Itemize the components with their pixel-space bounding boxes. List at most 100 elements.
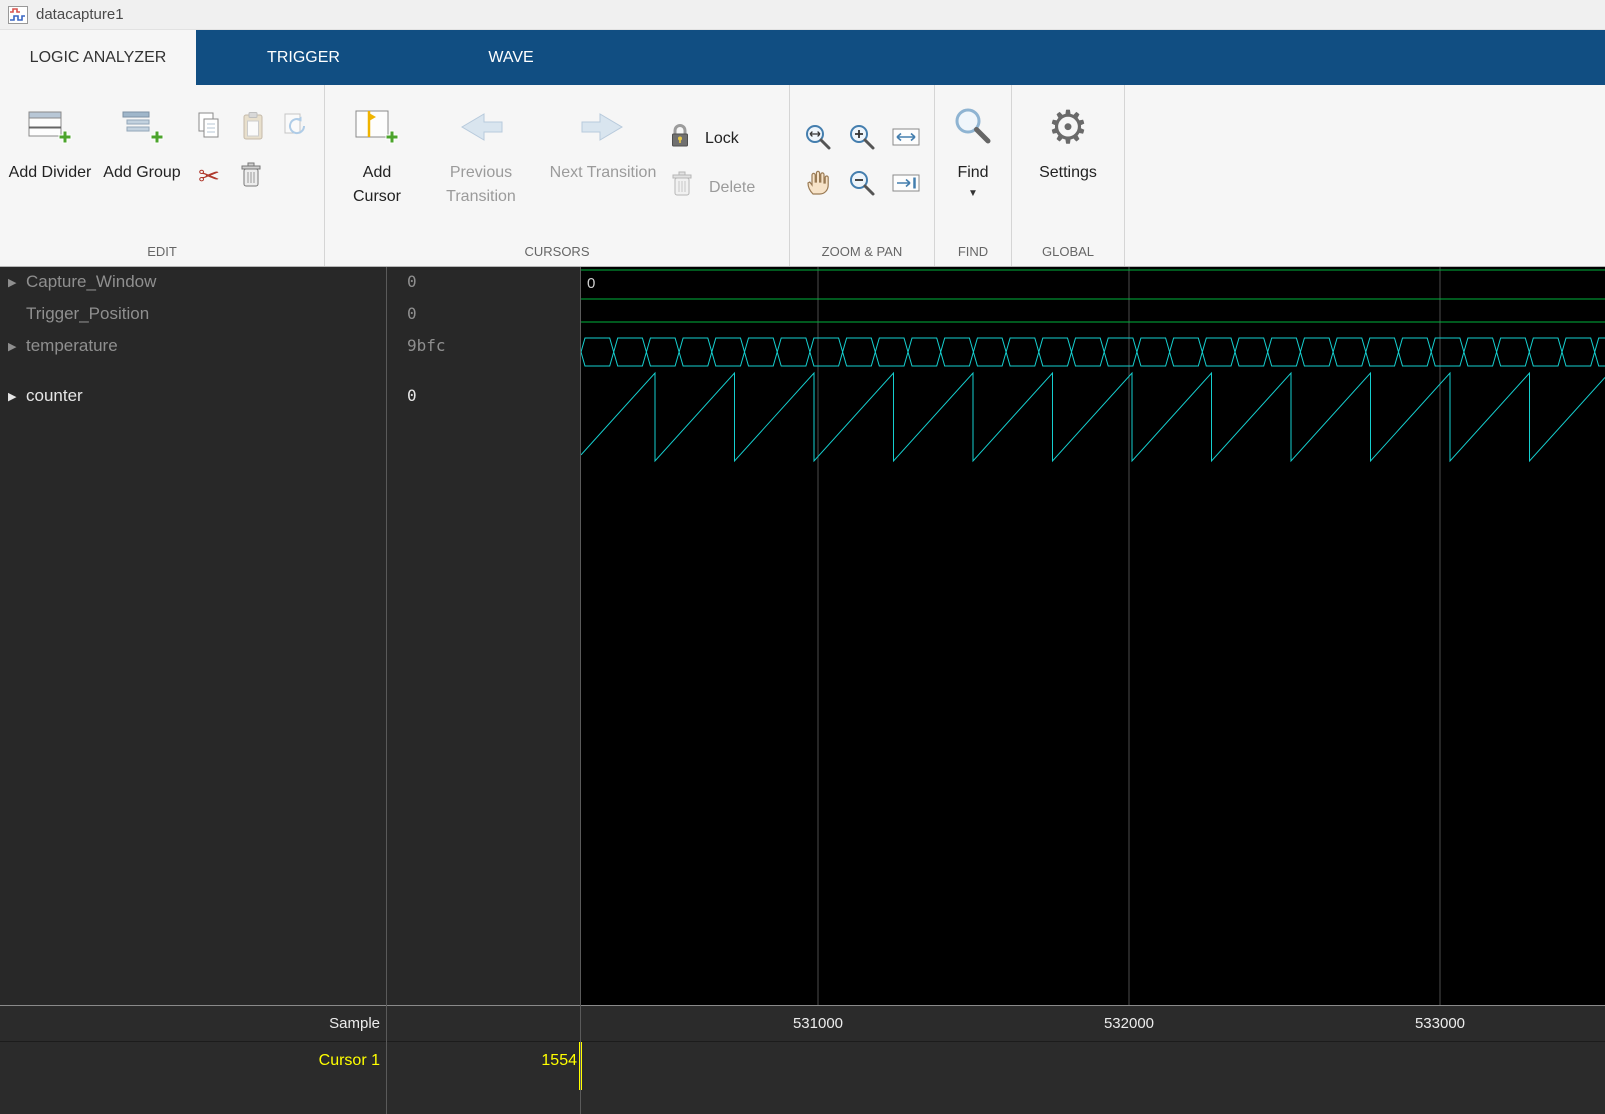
next-transition-button[interactable]: Next Transition: [547, 105, 659, 185]
section-label-find: FIND: [935, 244, 1011, 259]
app-icon: [8, 6, 28, 24]
section-zoom-pan: ZOOM & PAN: [790, 85, 935, 266]
signal-row-trigger-position[interactable]: Trigger_Position: [0, 301, 387, 327]
signal-row-capture-window[interactable]: ▶ Capture_Window: [0, 269, 387, 295]
section-edit: Add Divider Add Group: [0, 85, 325, 266]
delete-signal-button[interactable]: [234, 157, 268, 195]
cursor-value: 1554: [387, 1042, 577, 1080]
expand-arrow-icon[interactable]: ▶: [8, 276, 26, 289]
previous-transition-button[interactable]: Previous Transition: [422, 105, 540, 209]
add-group-label: Add Group: [103, 161, 180, 185]
sample-axis-label: Sample: [0, 1006, 380, 1041]
delete-cursor-button[interactable]: Delete: [667, 169, 755, 206]
signal-name: temperature: [26, 336, 118, 356]
add-group-button[interactable]: Add Group: [98, 105, 186, 185]
paste-button[interactable]: [236, 107, 270, 145]
find-label: Find: [957, 161, 988, 185]
zoom-out-icon: [847, 168, 877, 198]
expand-arrow-icon[interactable]: ▶: [8, 390, 26, 403]
fit-to-view-button[interactable]: [888, 119, 924, 155]
lock-icon: [667, 121, 693, 156]
section-label-cursors: CURSORS: [325, 244, 789, 259]
window-title: datacapture1: [36, 6, 124, 23]
lock-label: Lock: [705, 130, 739, 148]
cut-button[interactable]: ✂: [192, 157, 226, 195]
find-dropdown-caret-icon: ▼: [968, 188, 978, 199]
signal-value: 9bfc: [407, 333, 446, 359]
logic-analyzer-window: datacapture1 LOGIC ANALYZER TRIGGER WAVE…: [0, 0, 1605, 1114]
fit-to-view-icon: [891, 122, 921, 152]
title-bar: datacapture1: [0, 0, 1605, 30]
add-divider-button[interactable]: Add Divider: [6, 105, 94, 185]
copy-button[interactable]: [192, 107, 226, 145]
signal-value: 0: [407, 383, 417, 409]
pan-hand-icon: [803, 168, 833, 198]
add-divider-icon: [26, 105, 74, 149]
cursor-name-label: Cursor 1: [0, 1042, 380, 1080]
add-group-icon: [118, 105, 166, 149]
pan-button[interactable]: [800, 165, 836, 201]
zoom-in-time-icon: [803, 122, 833, 152]
zoom-out-button[interactable]: [844, 165, 880, 201]
tab-logic-analyzer[interactable]: LOGIC ANALYZER: [0, 30, 196, 85]
add-divider-label: Add Divider: [9, 161, 92, 185]
signal-name: Trigger_Position: [26, 304, 149, 324]
signal-row-counter[interactable]: ▶ counter: [0, 383, 387, 409]
section-label-global: GLOBAL: [1012, 244, 1124, 259]
section-label-edit: EDIT: [0, 244, 324, 259]
expand-arrow-icon[interactable]: ▶: [8, 340, 26, 353]
duplicate-button[interactable]: [278, 107, 312, 145]
paste-icon: [238, 110, 268, 142]
signal-name: counter: [26, 386, 83, 406]
signal-names-panel: ▶ Capture_Window Trigger_Position ▶ temp…: [0, 267, 387, 1005]
signal-values-panel: 0 0 9bfc 0: [387, 267, 581, 1005]
section-find: Find ▼ FIND: [935, 85, 1012, 266]
values-wave-splitter[interactable]: [580, 267, 581, 1114]
axis-tick-label: 533000: [1415, 1006, 1465, 1041]
previous-transition-label: Previous Transition: [422, 161, 540, 209]
duplicate-icon: [280, 110, 310, 142]
add-cursor-button[interactable]: Add Cursor: [338, 105, 416, 209]
section-label-zoom-pan: ZOOM & PAN: [790, 244, 934, 259]
zoom-in-time-button[interactable]: [800, 119, 836, 155]
next-transition-arrow-icon: [580, 105, 626, 149]
settings-label: Settings: [1039, 161, 1097, 185]
section-global: ⚙ Settings GLOBAL: [1012, 85, 1125, 266]
zoom-in-button[interactable]: [844, 119, 880, 155]
axis-tick-label: 532000: [1104, 1006, 1154, 1041]
delete-trash-icon: [667, 169, 697, 206]
signal-row-temperature[interactable]: ▶ temperature: [0, 333, 387, 359]
names-values-splitter[interactable]: [386, 267, 387, 1114]
find-button[interactable]: Find ▼: [943, 105, 1003, 199]
previous-transition-arrow-icon: [458, 105, 504, 149]
find-magnifier-icon: [951, 105, 995, 149]
section-cursors: Add Cursor Previous Transition Next Tran…: [325, 85, 790, 266]
trash-icon: [236, 160, 266, 192]
cursor-row[interactable]: Cursor 1 1554: [0, 1041, 1605, 1081]
next-transition-label: Next Transition: [550, 161, 657, 185]
waveform-display[interactable]: 0: [581, 267, 1605, 1005]
signal-value: 0: [407, 301, 417, 327]
pan-to-edge-icon: [891, 168, 921, 198]
tab-wave[interactable]: WAVE: [411, 30, 611, 85]
edit-small-buttons: ✂: [190, 99, 322, 229]
add-cursor-icon: [353, 105, 401, 149]
tab-strip: LOGIC ANALYZER TRIGGER WAVE: [0, 30, 1605, 85]
pan-to-edge-button[interactable]: [888, 165, 924, 201]
waveform-canvas: [581, 267, 1605, 1005]
settings-button[interactable]: ⚙ Settings: [1020, 105, 1116, 185]
settings-gear-icon: ⚙: [1047, 105, 1088, 149]
toolstrip: Add Divider Add Group: [0, 85, 1605, 267]
add-cursor-label: Add Cursor: [338, 161, 416, 209]
signal-name: Capture_Window: [26, 272, 156, 292]
sample-axis-row: Sample 531000 532000 533000: [0, 1006, 1605, 1041]
status-bar: Sample 531000 532000 533000 Cursor 1 155…: [0, 1005, 1605, 1114]
copy-icon: [194, 110, 224, 142]
axis-tick-label: 531000: [793, 1006, 843, 1041]
lock-cursor-button[interactable]: Lock: [667, 121, 739, 156]
cut-scissors-icon: ✂: [198, 163, 220, 189]
signal-value: 0: [407, 269, 417, 295]
zoom-in-icon: [847, 122, 877, 152]
delete-label: Delete: [709, 179, 755, 197]
tab-trigger[interactable]: TRIGGER: [196, 30, 411, 85]
